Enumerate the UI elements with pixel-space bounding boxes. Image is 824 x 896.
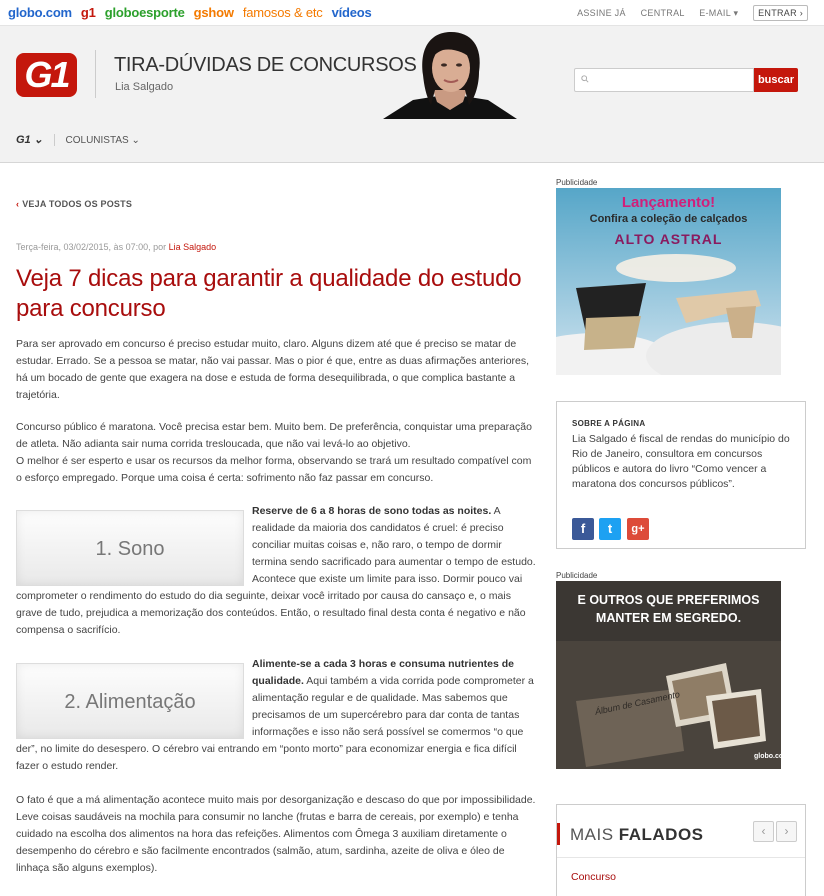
ad2-line2: MANTER EM SEGREDO. [595, 611, 742, 625]
link-globoesporte[interactable]: globoesporte [105, 5, 185, 20]
post-meta: Terça-feira, 03/02/2015, às 07:00, por L… [16, 242, 216, 252]
about-text: Lia Salgado é fiscal de rendas do municí… [572, 433, 790, 490]
ad1-subtitle: Confira a coleção de calçados [589, 213, 748, 225]
chevron-left-icon: ‹ [16, 199, 20, 209]
globo-logo: globo.com [754, 753, 790, 760]
menu-colunistas[interactable]: COLUNISTAS ⌄ [66, 135, 140, 146]
header-divider [95, 50, 96, 98]
article-paragraph: O fato é que a má alimentação acontece m… [16, 794, 536, 874]
link-videos[interactable]: vídeos [332, 5, 372, 20]
about-box: SOBRE A PÁGINA Lia Salgado é fiscal de r… [556, 401, 806, 549]
menu-separator [53, 134, 55, 147]
portal-links: globo.com g1 globoesporte gshow famosos & et… [8, 5, 381, 20]
link-globo[interactable]: globo.com [8, 5, 72, 20]
mais-falados-title: MAIS FALADOS [570, 825, 704, 845]
ad1-title: Lançamento! [621, 194, 716, 211]
figure-sono: 1. Sono [16, 510, 244, 586]
post-author-link[interactable]: Lia Salgado [169, 242, 217, 252]
mais-falados-box: MAIS FALADOS ‹ › Concurso [556, 804, 806, 896]
tip-lead: Reserve de 6 a 8 horas de sono todas as … [252, 505, 492, 517]
author-portrait [383, 32, 517, 119]
section-accent [557, 823, 560, 845]
account-links: ASSINE JÁ CENTRAL E-MAIL ▾ ENTRAR › [565, 5, 808, 21]
blog-title[interactable]: TIRA-DÚVIDAS DE CONCURSOS [114, 54, 417, 77]
twitter-icon[interactable]: t [599, 518, 621, 540]
search-button[interactable]: buscar [754, 68, 798, 92]
article-paragraph: O melhor é ser esperto e usar os recurso… [16, 455, 532, 484]
ad2-headline: E OUTROS QUE PREFERIMOS MANTER EM SEGRED… [556, 591, 781, 627]
search-box[interactable] [574, 68, 754, 92]
article-paragraph: Para ser aprovado em concurso é preciso … [16, 338, 530, 401]
ad1-brand: ALTO ASTRAL [614, 231, 723, 247]
back-to-posts-link[interactable]: ‹ VEJA TODOS OS POSTS [16, 199, 132, 209]
search-icon [581, 75, 589, 83]
facebook-icon[interactable]: f [572, 518, 594, 540]
mais-falados-light: MAIS [570, 825, 614, 844]
mais-divider [557, 857, 805, 858]
header-menu: G1 ⌄ COLUNISTAS ⌄ [16, 133, 140, 147]
link-g1[interactable]: g1 [81, 5, 96, 20]
blog-header: G1 TIRA-DÚVIDAS DE CONCURSOS Lia Salgado… [0, 26, 824, 163]
prev-arrow-icon[interactable]: ‹ [753, 821, 774, 842]
login-button[interactable]: ENTRAR › [753, 5, 808, 21]
article-title: Veja 7 dicas para garantir a qualidade d… [16, 265, 522, 322]
about-heading: SOBRE A PÁGINA [572, 419, 646, 428]
back-link-label: VEJA TODOS OS POSTS [22, 199, 133, 209]
search-input[interactable] [575, 69, 753, 91]
google-plus-icon[interactable]: g+ [627, 518, 649, 540]
article-paragraph: Concurso público é maratona. Você precis… [16, 421, 532, 450]
mais-falados-bold: FALADOS [618, 825, 704, 844]
mais-falados-item[interactable]: Concurso [571, 871, 616, 883]
figure-alimentacao: 2. Alimentação [16, 663, 244, 739]
menu-g1[interactable]: G1 ⌄ [16, 134, 43, 146]
g1-logo[interactable]: G1 [16, 53, 77, 97]
post-date: Terça-feira, 03/02/2015, às 07:00, por [16, 242, 167, 252]
ad-label: Publicidade [556, 571, 598, 580]
link-assine[interactable]: ASSINE JÁ [577, 8, 626, 18]
link-email[interactable]: E-MAIL ▾ [699, 8, 738, 18]
ad2-line1: E OUTROS QUE PREFERIMOS [577, 593, 760, 607]
next-arrow-icon[interactable]: › [776, 821, 797, 842]
link-central[interactable]: CENTRAL [641, 8, 685, 18]
globo-top-bar: globo.com g1 globoesporte gshow famosos & et… [0, 0, 824, 26]
blog-author: Lia Salgado [115, 81, 174, 93]
link-gshow[interactable]: gshow [194, 5, 234, 20]
link-famosos[interactable]: famosos & etc [243, 5, 323, 20]
ad-label: Publicidade [556, 178, 598, 187]
